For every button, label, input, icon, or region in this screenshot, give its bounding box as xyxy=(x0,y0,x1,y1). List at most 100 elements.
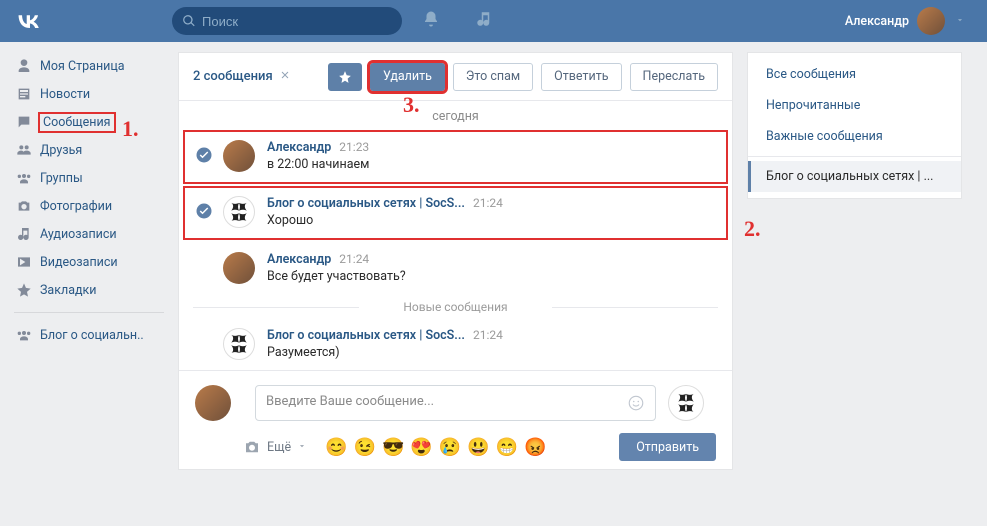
chevron-down-icon xyxy=(955,14,965,29)
new-messages-separator: Новые сообщения xyxy=(179,294,732,320)
chevron-down-icon xyxy=(297,440,307,455)
message-row[interactable]: Блог о социальных сетях | SocS... 21:24 Р… xyxy=(179,320,732,370)
compose-input[interactable]: Введите Ваше сообщение... xyxy=(255,385,656,421)
user-icon xyxy=(14,58,34,74)
nav-community-blog[interactable]: Блог о социальн.. xyxy=(14,321,164,349)
nav-label: Видеозаписи xyxy=(40,255,118,270)
delete-button[interactable]: Удалить xyxy=(370,63,445,91)
attach-more-label: Ещё xyxy=(267,440,291,455)
compose-area: Введите Ваше сообщение... Ещё 😊 😉 😎 xyxy=(179,370,732,469)
message-row[interactable]: Александр 21:24 Все будет участвовать? xyxy=(179,244,732,294)
nav-label: Друзья xyxy=(40,143,82,158)
nav-news[interactable]: Новости xyxy=(14,80,164,108)
news-icon xyxy=(14,86,34,102)
messages-panel: 2 сообщения Удалить Это спам Ответить Пе… xyxy=(178,52,733,470)
emoji[interactable]: 😉 xyxy=(354,437,376,458)
audio-icon xyxy=(14,226,34,242)
message-text: Все будет участвовать? xyxy=(267,269,716,284)
camera-icon xyxy=(243,438,261,456)
nav-label: Группы xyxy=(40,171,83,186)
emoji[interactable]: 😁 xyxy=(496,437,518,458)
filter-unread[interactable]: Непрочитанные xyxy=(748,90,961,121)
filter-important[interactable]: Важные сообщения xyxy=(748,121,961,152)
search-input[interactable] xyxy=(202,14,392,29)
nav-friends[interactable]: Друзья xyxy=(14,136,164,164)
community-icon xyxy=(14,327,34,343)
send-button[interactable]: Отправить xyxy=(619,433,716,461)
nav-groups[interactable]: Группы xyxy=(14,164,164,192)
selected-check-icon[interactable] xyxy=(195,146,213,164)
nav-photos[interactable]: Фотографии xyxy=(14,192,164,220)
search-box[interactable] xyxy=(172,7,402,35)
avatar[interactable] xyxy=(223,196,255,228)
friends-icon xyxy=(14,142,34,158)
emoji[interactable]: 😡 xyxy=(524,437,546,458)
nav-video[interactable]: Видеозаписи xyxy=(14,248,164,276)
emoji[interactable]: 😢 xyxy=(439,437,461,458)
message-row[interactable]: Александр 21:23 в 22:00 начинаем xyxy=(185,132,726,182)
attach-button[interactable]: Ещё xyxy=(243,438,307,456)
reply-button[interactable]: Ответить xyxy=(541,63,621,91)
forward-button[interactable]: Переслать xyxy=(630,63,718,91)
clear-selection-icon[interactable] xyxy=(273,69,291,85)
nav-my-page[interactable]: Моя Страница xyxy=(14,52,164,80)
emoji-picker-icon[interactable] xyxy=(627,394,645,416)
emoji[interactable]: 😎 xyxy=(382,437,404,458)
nav-label: Сообщения xyxy=(40,114,114,131)
account-menu[interactable]: Александр xyxy=(845,7,973,35)
emoji[interactable]: 😃 xyxy=(467,437,489,458)
compose-placeholder: Введите Ваше сообщение... xyxy=(266,394,434,409)
filters-panel: Все сообщения Непрочитанные Важные сообщ… xyxy=(747,52,962,199)
check-placeholder[interactable] xyxy=(195,334,213,352)
message-row[interactable]: Блог о социальных сетях | SocS... 21:24 Х… xyxy=(185,188,726,238)
nav-audio[interactable]: Аудиозаписи xyxy=(14,220,164,248)
camera-icon xyxy=(14,198,34,214)
vk-logo[interactable] xyxy=(14,7,42,35)
groups-icon xyxy=(14,170,34,186)
selected-check-icon[interactable] xyxy=(195,202,213,220)
nav-label: Аудиозаписи xyxy=(40,227,117,242)
check-placeholder[interactable] xyxy=(195,258,213,276)
account-name: Александр xyxy=(845,14,909,29)
nav-label: Закладки xyxy=(40,283,97,298)
avatar[interactable] xyxy=(223,140,255,172)
nav-bookmarks[interactable]: Закладки xyxy=(14,276,164,304)
message-author[interactable]: Блог о социальных сетях | SocS... xyxy=(267,328,465,343)
message-time: 21:24 xyxy=(339,252,369,266)
nav-label: Моя Страница xyxy=(40,59,125,74)
emoji[interactable]: 😊 xyxy=(325,437,347,458)
message-text: Хорошо xyxy=(267,213,716,228)
emoji-shortcuts: 😊 😉 😎 😍 😢 😃 😁 😡 xyxy=(325,437,546,458)
recipient-avatar[interactable] xyxy=(668,385,704,421)
message-author[interactable]: Блог о социальных сетях | SocS... xyxy=(267,196,465,211)
date-separator: сегодня xyxy=(179,101,732,130)
header: Александр xyxy=(0,0,987,42)
nav-messages[interactable]: Сообщения xyxy=(14,108,164,136)
selection-count: 2 сообщения xyxy=(193,69,273,84)
message-author[interactable]: Александр xyxy=(267,140,331,155)
emoji[interactable]: 😍 xyxy=(410,437,432,458)
star-icon xyxy=(14,282,34,298)
filter-active-chat[interactable]: Блог о социальных сетях | ... xyxy=(748,161,961,192)
message-time: 21:24 xyxy=(473,196,503,210)
avatar[interactable] xyxy=(223,328,255,360)
message-author[interactable]: Александр xyxy=(267,252,331,267)
message-text: Разумеется) xyxy=(267,345,716,360)
filter-all[interactable]: Все сообщения xyxy=(748,59,961,90)
star-button[interactable] xyxy=(328,63,362,91)
video-icon xyxy=(14,254,34,270)
own-avatar[interactable] xyxy=(195,385,231,421)
messages-icon xyxy=(14,114,34,130)
message-time: 21:24 xyxy=(473,328,503,342)
music-icon[interactable] xyxy=(475,10,493,32)
selection-toolbar: 2 сообщения Удалить Это спам Ответить Пе… xyxy=(179,53,732,101)
avatar[interactable] xyxy=(223,252,255,284)
nav-label: Блог о социальн.. xyxy=(40,328,144,343)
message-time: 21:23 xyxy=(339,140,369,154)
avatar xyxy=(917,7,945,35)
message-text: в 22:00 начинаем xyxy=(267,157,716,172)
notification-bell-icon[interactable] xyxy=(422,10,440,32)
nav-label: Новости xyxy=(40,87,90,102)
search-icon xyxy=(182,14,196,28)
spam-button[interactable]: Это спам xyxy=(453,63,533,91)
